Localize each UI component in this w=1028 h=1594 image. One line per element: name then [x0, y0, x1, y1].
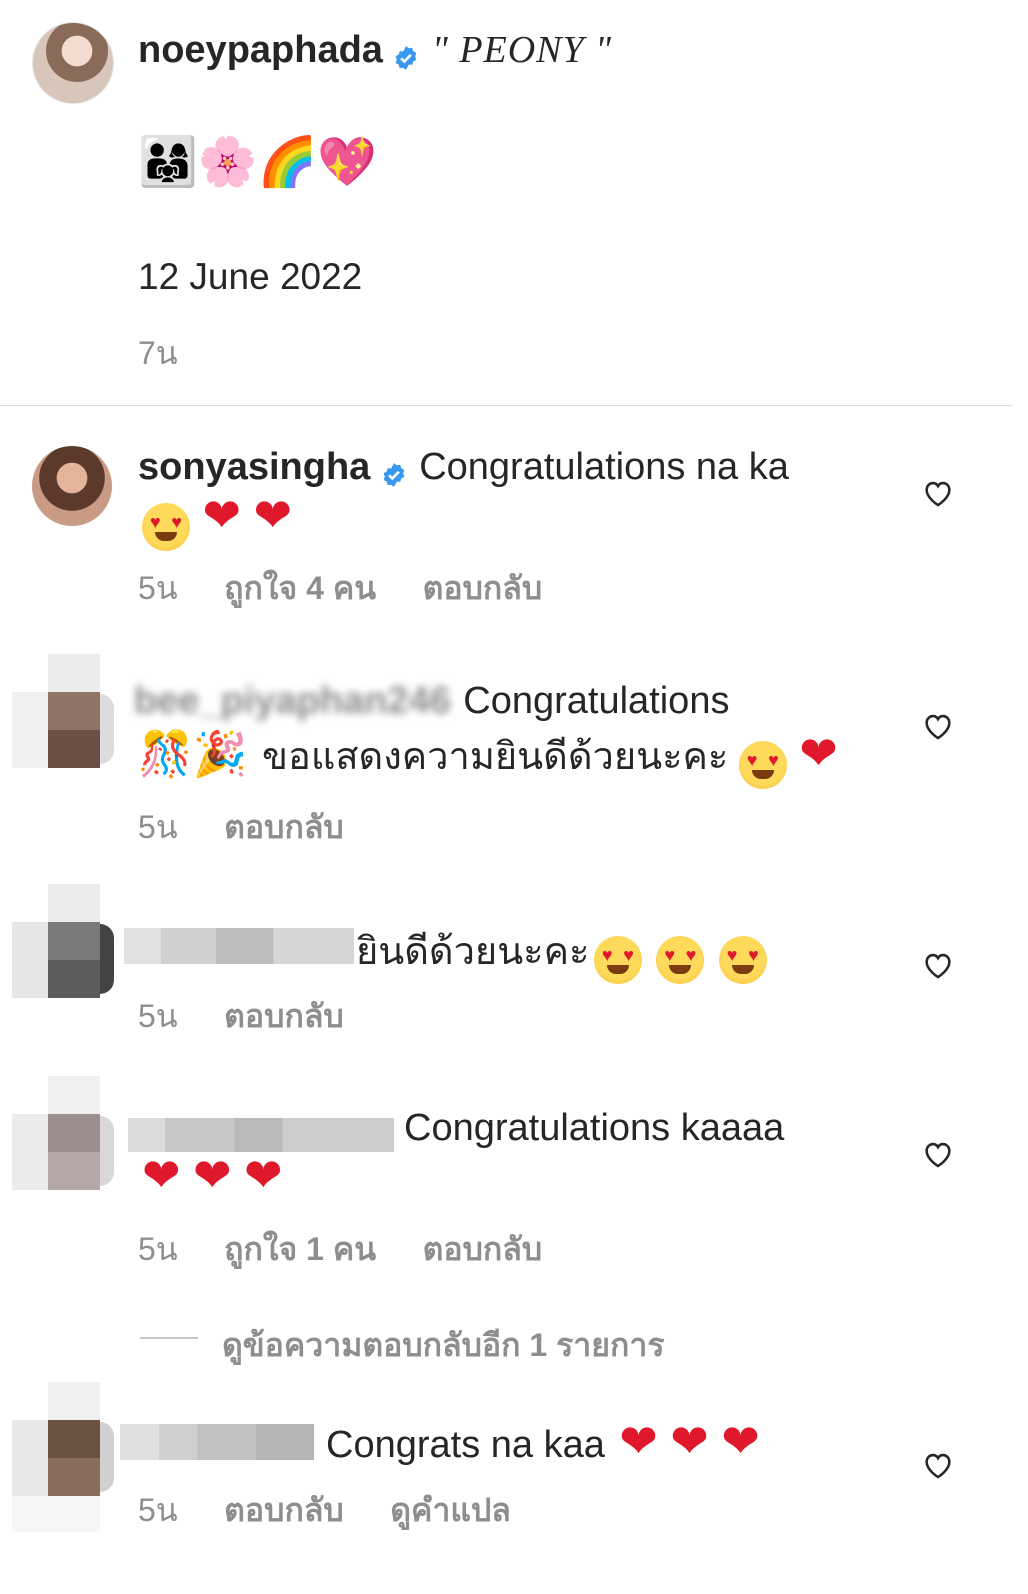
comment-2-username[interactable]: bee_piyaphan246	[134, 680, 451, 722]
heart-outline-icon[interactable]	[921, 948, 955, 982]
caption-time: 7น	[138, 335, 178, 371]
comment-avatar[interactable]	[12, 654, 114, 768]
comment-2-text2: ขอแสดงความยินดีด้วยนะคะ	[262, 736, 729, 778]
comment-2-body: bee_piyaphan246 Congratulations	[134, 680, 729, 723]
reply-button[interactable]: ตอบกลับ	[423, 1231, 543, 1267]
comment-3-text: ยินดีด้วยนะคะ	[356, 931, 590, 973]
comment-5-body: Congrats na kaa ❤ ❤ ❤	[326, 1418, 760, 1467]
heart-outline-icon[interactable]	[921, 476, 955, 510]
see-translation-button[interactable]: ดูคำแปล	[390, 1492, 511, 1528]
comment-4-body: Congratulations kaaaa	[404, 1107, 784, 1150]
comment-time: 5น	[138, 1231, 178, 1267]
redacted-username	[120, 1424, 314, 1460]
heart-outline-icon[interactable]	[921, 709, 955, 743]
heart-emoji: ❤	[799, 727, 838, 779]
comment-avatar[interactable]	[12, 884, 114, 998]
heart-emoji: ❤	[721, 1415, 760, 1467]
heart-emoji: ❤	[619, 1415, 658, 1467]
comment-4-meta: 5น ถูกใจ 1 คน ตอบกลับ	[138, 1224, 542, 1275]
comment-time: 5น	[138, 570, 178, 606]
replies-divider-line	[140, 1337, 198, 1339]
reply-button[interactable]: ตอบกลับ	[224, 1492, 344, 1528]
comment-avatar[interactable]	[12, 1382, 114, 1532]
party-popper-emoji: 🎊🎉	[138, 729, 248, 780]
heart-emoji: ❤	[193, 1149, 232, 1201]
heart-emoji: ❤	[202, 489, 241, 541]
comment-1-meta: 5น ถูกใจ 4 คน ตอบกลับ	[138, 563, 542, 614]
heart-eyes-emoji	[593, 935, 642, 984]
caption-date: 12 June 2022	[138, 256, 363, 297]
heart-emoji: ❤	[142, 1149, 181, 1201]
comment-1-text: Congratulations na ka	[419, 446, 789, 488]
comment-1-body: sonyasingha Congratulations na ka	[138, 446, 789, 489]
verified-badge-icon	[383, 462, 405, 487]
comment-5-text: Congrats na kaa	[326, 1424, 605, 1466]
comment-4-text: Congratulations kaaaa	[404, 1107, 785, 1149]
heart-emoji: ❤	[253, 489, 292, 541]
comment-time: 5น	[138, 998, 178, 1034]
reply-button[interactable]: ตอบกลับ	[224, 998, 344, 1034]
redacted-username	[128, 1118, 394, 1152]
caption-emojis: 👨‍👩‍👧🌸🌈💖	[138, 134, 378, 190]
caption-avatar[interactable]	[32, 22, 114, 104]
comment-1-emojis: ❤ ❤	[142, 492, 292, 551]
comment-4-emojis: ❤ ❤ ❤	[142, 1152, 283, 1198]
divider	[0, 405, 1012, 406]
heart-outline-icon[interactable]	[921, 1137, 955, 1171]
comment-2-text: Congratulations	[463, 680, 730, 722]
comment-3-body: ยินดีด้วยนะคะ	[356, 920, 767, 984]
heart-eyes-emoji	[718, 935, 767, 984]
heart-emoji: ❤	[244, 1149, 283, 1201]
caption-title: " PEONY "	[431, 29, 613, 71]
heart-eyes-emoji	[142, 502, 190, 551]
verified-badge-icon	[396, 45, 417, 70]
redacted-username	[124, 928, 354, 964]
comment-avatar[interactable]	[12, 1076, 114, 1190]
comment-5-meta: 5น ตอบกลับ ดูคำแปล	[138, 1485, 511, 1536]
reply-button[interactable]: ตอบกลับ	[423, 570, 543, 606]
comment-time: 5น	[138, 1492, 178, 1528]
comment-likes-link[interactable]: ถูกใจ 4 คน	[224, 570, 376, 606]
comment-2-meta: 5น ตอบกลับ	[138, 802, 344, 853]
heart-emoji: ❤	[670, 1415, 709, 1467]
comment-avatar[interactable]	[32, 446, 112, 526]
heart-eyes-emoji	[738, 740, 787, 789]
caption-header: noeypaphada " PEONY "	[138, 28, 612, 72]
comment-1-username[interactable]: sonyasingha	[138, 446, 370, 488]
reply-button[interactable]: ตอบกลับ	[224, 809, 344, 845]
view-replies-button[interactable]: ดูข้อความตอบกลับอีก 1 รายการ	[222, 1320, 665, 1371]
comment-2-line2: 🎊🎉 ขอแสดงความยินดีด้วยนะคะ ❤	[138, 725, 838, 789]
heart-eyes-emoji	[656, 935, 705, 984]
caption-username[interactable]: noeypaphada	[138, 29, 383, 71]
comment-time: 5น	[138, 809, 178, 845]
heart-outline-icon[interactable]	[921, 1448, 955, 1482]
comment-likes-link[interactable]: ถูกใจ 1 คน	[224, 1231, 376, 1267]
comment-3-meta: 5น ตอบกลับ	[138, 991, 344, 1042]
